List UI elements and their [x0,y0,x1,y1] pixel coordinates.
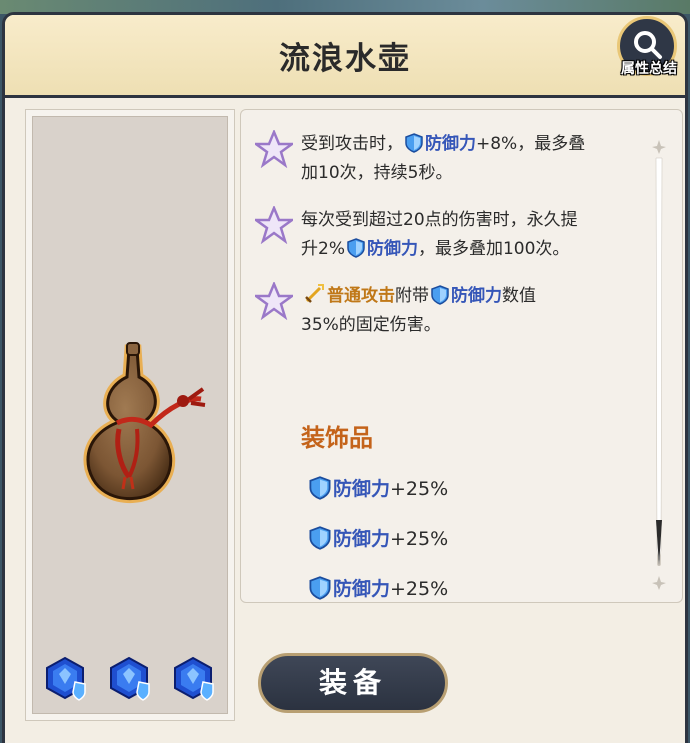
blue-gem-icon [174,656,214,701]
sword-icon [305,284,324,303]
equip-button[interactable]: 装备 [258,653,448,713]
shield-icon [347,238,365,258]
defense-keyword: 防御力 [366,239,418,259]
attribute-summary-label[interactable]: 属性总结 [610,58,688,78]
stat-row: 防御力+25% [307,524,448,551]
shield-icon [309,576,331,600]
magnifier-icon [634,31,662,59]
effect-entry: 普通攻击附带 防御力数值 35%的固定伤害。 [255,282,635,340]
effect-entry: 受到攻击时， 防御力+8%，最多叠 加10次，持续5秒。 [255,130,635,188]
star-icon [255,130,293,168]
defense-keyword: 防御力 [451,286,502,306]
normal-attack-keyword: 普通攻击 [327,286,395,306]
scrollbar[interactable] [652,140,666,594]
stat-row: 防御力+25% [307,574,448,601]
accessory-section-title: 装饰品 [301,424,373,452]
blue-gem-icon [110,656,150,701]
item-detail-dialog: 流浪水壶 受到攻击时， 防御力+8%，最多叠 加10次，持续5秒。 每次受到超过… [2,12,688,743]
dialog-header: 流浪水壶 [5,15,685,98]
description-panel[interactable]: 受到攻击时， 防御力+8%，最多叠 加10次，持续5秒。 每次受到超过20点的伤害… [240,109,683,603]
shield-icon [405,133,423,153]
gourd-item-icon [83,342,206,504]
shield-icon [431,285,449,305]
item-preview-frame [32,116,228,714]
star-icon [255,206,293,244]
shield-icon [309,526,331,550]
stat-row: 防御力+25% [307,474,448,501]
item-title: 流浪水壶 [279,41,411,77]
defense-keyword: 防御力 [425,134,476,154]
effect-entry: 每次受到超过20点的伤害时，永久提 升2% 防御力，最多叠加100次。 [255,206,635,264]
star-icon [255,282,293,320]
shield-icon [309,476,331,500]
item-preview-panel [25,109,235,721]
blue-gem-icon [46,656,86,701]
